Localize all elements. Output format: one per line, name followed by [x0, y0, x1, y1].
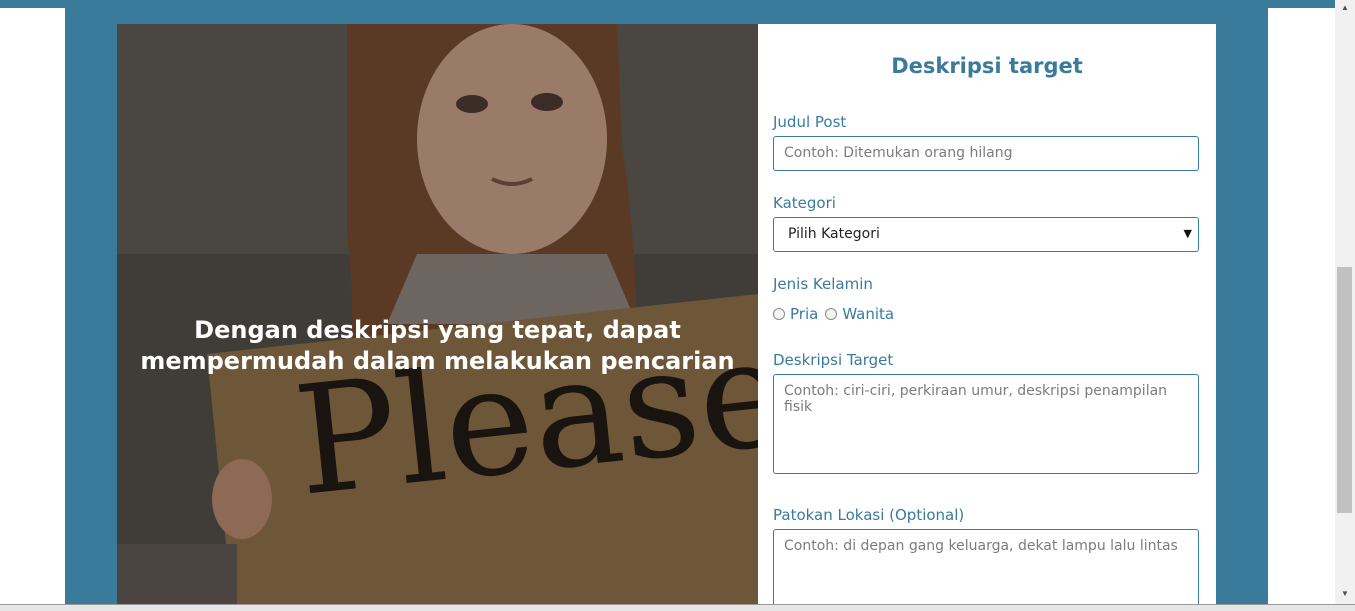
hero-caption: Dengan deskripsi yang tepat, dapat mempe…	[140, 316, 735, 375]
page-scrollbar[interactable]: ▲ ▼	[1335, 0, 1355, 604]
patokan-lokasi-label: Patokan Lokasi (Optional)	[773, 506, 965, 524]
scrollbar-thumb[interactable]	[1337, 267, 1352, 513]
hero-image: Please H Dengan deskripsi yang tepat, da…	[117, 24, 758, 604]
radio-wanita[interactable]	[825, 308, 838, 320]
deskripsi-target-placeholder: Contoh: ciri-ciri, perkiraan umur, deskr…	[784, 383, 1168, 415]
kategori-label: Kategori	[773, 194, 836, 212]
radio-pria-label[interactable]: Pria	[790, 305, 818, 323]
deskripsi-target-label: Deskripsi Target	[773, 351, 894, 369]
kategori-select[interactable]: Pilih Kategori ▼	[773, 217, 1199, 252]
patokan-lokasi-placeholder: Contoh: di depan gang keluarga, dekat la…	[784, 538, 1178, 554]
deskripsi-target-textarea[interactable]: Contoh: ciri-ciri, perkiraan umur, deskr…	[773, 374, 1199, 474]
gender-radio-group: Pria Wanita	[773, 305, 901, 323]
hero-photo: Please H	[117, 24, 758, 604]
form-title: Deskripsi target	[891, 54, 1083, 78]
jenis-kelamin-label: Jenis Kelamin	[773, 275, 873, 293]
radio-pria[interactable]	[773, 308, 785, 320]
scroll-down-arrow-icon[interactable]: ▼	[1335, 586, 1355, 602]
patokan-lokasi-textarea[interactable]: Contoh: di depan gang keluarga, dekat la…	[773, 529, 1199, 604]
radio-wanita-label[interactable]: Wanita	[842, 305, 894, 323]
caret-down-icon: ▼	[1183, 227, 1192, 240]
target-form: Deskripsi target Judul Post Contoh: Dite…	[758, 24, 1216, 604]
judul-post-input[interactable]: Contoh: Ditemukan orang hilang	[773, 136, 1199, 171]
judul-post-placeholder: Contoh: Ditemukan orang hilang	[784, 145, 1013, 161]
judul-post-label: Judul Post	[773, 113, 847, 131]
scroll-up-arrow-icon[interactable]: ▲	[1335, 0, 1355, 16]
kategori-selected-value: Pilih Kategori	[788, 226, 880, 242]
